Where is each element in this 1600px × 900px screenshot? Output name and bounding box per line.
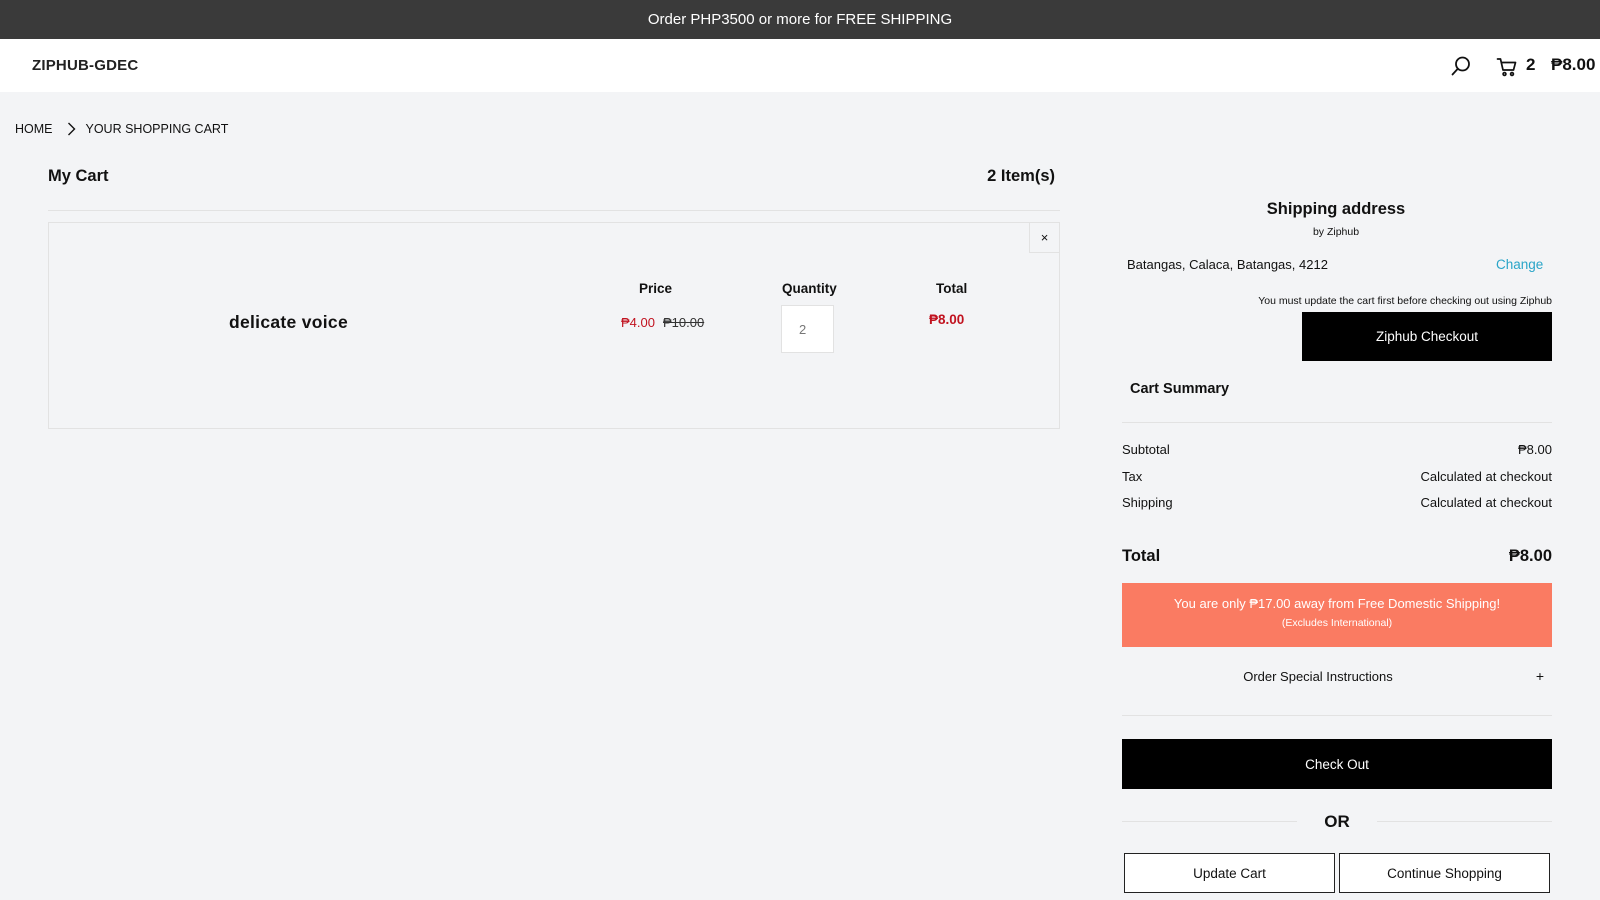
- checkout-button[interactable]: Check Out: [1122, 739, 1552, 789]
- compare-price: ₱10.00: [663, 315, 705, 330]
- breadcrumb-current: YOUR SHOPPING CART: [85, 122, 229, 136]
- divider: [48, 210, 1060, 211]
- special-instructions-label: Order Special Instructions: [1243, 669, 1393, 684]
- cart-icon[interactable]: [1496, 56, 1518, 78]
- cart-item: × delicate voice Price Quantity Total ₱4…: [48, 222, 1060, 429]
- cart-title: My Cart: [48, 167, 109, 185]
- breadcrumb-home-link[interactable]: HOME: [15, 122, 53, 136]
- tax-value: Calculated at checkout: [1420, 469, 1552, 484]
- ziphub-checkout-button[interactable]: Ziphub Checkout: [1302, 312, 1552, 361]
- quantity-input[interactable]: [781, 305, 834, 353]
- total-value: ₱8.00: [1508, 547, 1552, 565]
- site-header: ZIPHUB-GDEC 2 ₱8.00: [0, 39, 1600, 92]
- or-separator: OR: [1324, 812, 1350, 831]
- total-column-header: Total: [936, 281, 968, 296]
- product-name[interactable]: delicate voice: [229, 312, 348, 333]
- shipping-label: Shipping: [1122, 495, 1173, 510]
- free-shipping-message: You are only ₱17.00 away from Free Domes…: [1173, 596, 1501, 611]
- total-label: Total: [1122, 547, 1161, 565]
- shipping-provider: by Ziphub: [1312, 226, 1360, 238]
- breadcrumb: HOME YOUR SHOPPING CART: [15, 122, 228, 136]
- shipping-address: Batangas, Calaca, Batangas, 4212: [1127, 257, 1328, 272]
- cart-items-count: 2 Item(s): [987, 167, 1055, 185]
- update-cart-button[interactable]: Update Cart: [1124, 853, 1335, 893]
- price-column-header: Price: [639, 281, 673, 296]
- store-logo[interactable]: ZIPHUB-GDEC: [32, 57, 138, 74]
- line-total: ₱8.00: [929, 312, 965, 327]
- shipping-address-title: Shipping address: [1266, 200, 1406, 218]
- shipping-value: Calculated at checkout: [1420, 495, 1552, 510]
- tax-label: Tax: [1122, 469, 1143, 484]
- sale-price: ₱4.00: [621, 315, 655, 330]
- plus-icon: +: [1535, 668, 1544, 684]
- cart-count-badge[interactable]: 2: [1526, 55, 1535, 75]
- cart-summary-title: Cart Summary: [1130, 381, 1230, 397]
- change-address-link[interactable]: Change: [1496, 257, 1543, 272]
- divider: [1122, 422, 1552, 423]
- announcement-bar: Order PHP3500 or more for FREE SHIPPING: [0, 0, 1600, 39]
- special-instructions-toggle[interactable]: Order Special Instructions +: [1122, 664, 1552, 716]
- continue-shopping-button[interactable]: Continue Shopping: [1339, 853, 1550, 893]
- free-shipping-banner: You are only ₱17.00 away from Free Domes…: [1122, 583, 1552, 647]
- chevron-right-icon: [67, 122, 75, 136]
- search-icon[interactable]: [1450, 55, 1472, 77]
- subtotal-value: ₱8.00: [1518, 442, 1552, 457]
- announcement-text: Order PHP3500 or more for FREE SHIPPING: [647, 11, 953, 28]
- ziphub-note: You must update the cart first before ch…: [1258, 295, 1552, 307]
- quantity-column-header: Quantity: [782, 281, 837, 296]
- cart-total-header[interactable]: ₱8.00: [1551, 55, 1595, 75]
- free-shipping-note: (Excludes International): [1281, 617, 1393, 629]
- subtotal-label: Subtotal: [1122, 442, 1170, 457]
- remove-item-button[interactable]: ×: [1029, 223, 1059, 253]
